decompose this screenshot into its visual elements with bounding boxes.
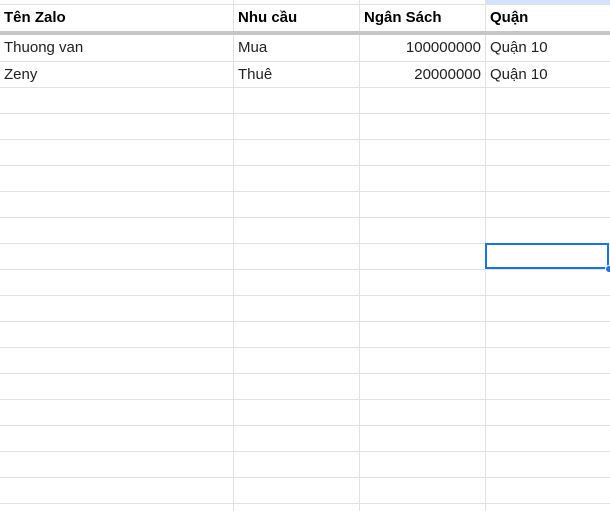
row-divider [0,165,610,166]
fill-handle[interactable] [605,265,610,273]
row-divider [0,477,610,478]
header-cell-ten-zalo[interactable]: Tên Zalo [0,5,233,31]
row-divider [0,451,610,452]
row-divider [0,269,610,270]
row-divider [0,399,610,400]
header-cell-ngan-sach[interactable]: Ngân Sách [360,5,485,31]
header-cell-nhu-cau[interactable]: Nhu cầu [234,5,359,31]
cell-ngan-sach[interactable]: 100000000 [360,35,485,61]
spreadsheet-grid[interactable]: Tên Zalo Nhu cầu Ngân Sách Quận Thuong v… [0,0,610,511]
row-divider [0,113,610,114]
row-divider [0,321,610,322]
cell-quan[interactable]: Quận 10 [486,35,610,61]
cell-ngan-sach[interactable]: 20000000 [360,62,485,88]
header-cell-quan[interactable]: Quận [486,5,610,31]
row-divider [0,373,610,374]
cell-nhu-cau[interactable]: Thuê [234,62,359,88]
cell-ten-zalo[interactable]: Thuong van [0,35,233,61]
cell-quan[interactable]: Quận 10 [486,62,610,88]
cell-ten-zalo[interactable]: Zeny [0,62,233,88]
row-divider [0,347,610,348]
row-divider [0,425,610,426]
active-cell-selection[interactable] [485,243,609,269]
row-divider [0,191,610,192]
row-divider [0,295,610,296]
row-divider [0,139,610,140]
row-divider [0,503,610,504]
row-divider [0,217,610,218]
cell-nhu-cau[interactable]: Mua [234,35,359,61]
